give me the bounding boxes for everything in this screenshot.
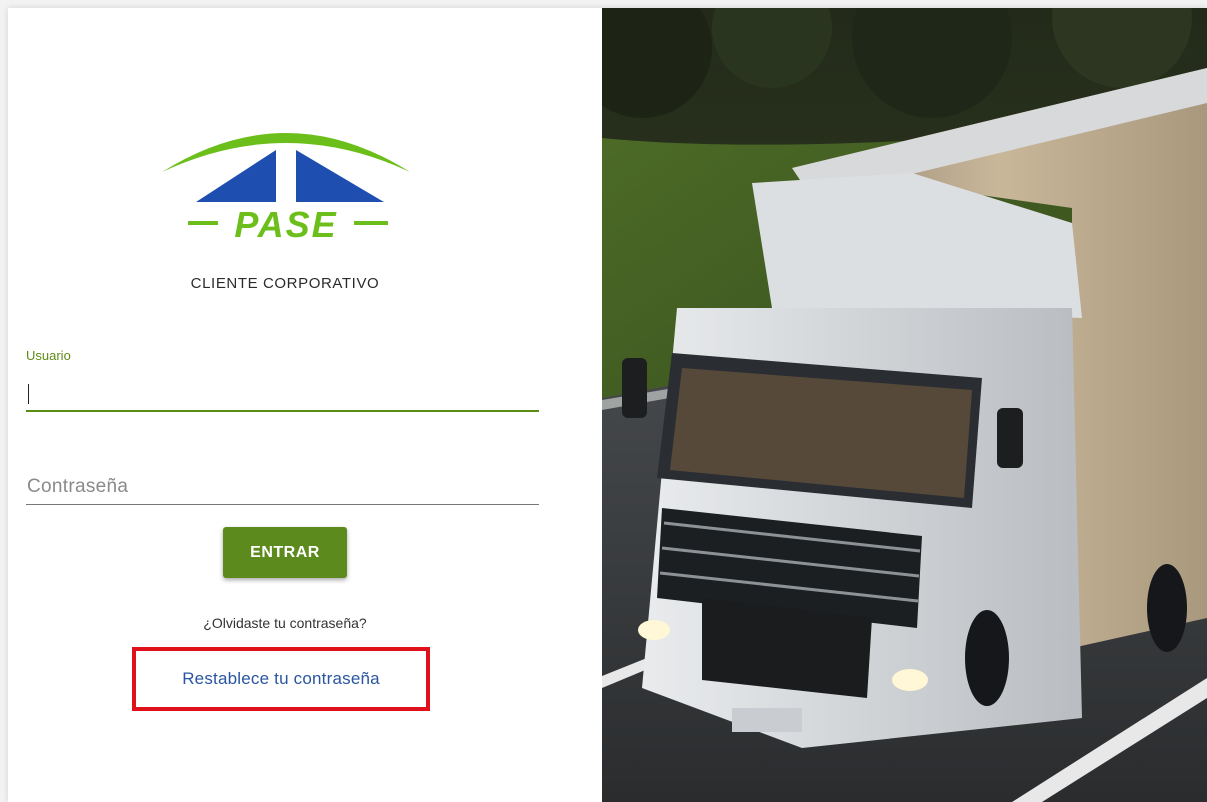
logo-road-left — [196, 150, 276, 202]
reset-password-link[interactable]: Restablece tu contraseña — [182, 669, 380, 689]
username-input[interactable] — [26, 378, 539, 412]
login-button[interactable]: ENTRAR — [223, 527, 347, 578]
logo-stripe-left — [188, 221, 218, 225]
reset-highlight-box: Restablece tu contraseña — [132, 647, 430, 711]
username-label: Usuario — [26, 348, 71, 363]
forgot-password-text: ¿Olvidaste tu contraseña? — [203, 615, 367, 631]
pase-logo: PASE — [162, 133, 410, 245]
truck-photo — [602, 8, 1207, 802]
page-subtitle: CLIENTE CORPORATIVO — [190, 275, 380, 292]
logo-wordmark: PASE — [234, 204, 337, 245]
logo-stripe-right — [354, 221, 388, 225]
logo-arc — [162, 133, 410, 172]
login-card: PASE CLIENTE CORPORATIVO Usuario ENTRAR … — [8, 8, 1207, 802]
logo-road-right — [296, 150, 384, 202]
hero-image — [602, 8, 1207, 802]
text-cursor — [28, 384, 29, 404]
login-panel: PASE CLIENTE CORPORATIVO Usuario ENTRAR … — [8, 8, 602, 802]
password-input[interactable] — [26, 469, 539, 505]
